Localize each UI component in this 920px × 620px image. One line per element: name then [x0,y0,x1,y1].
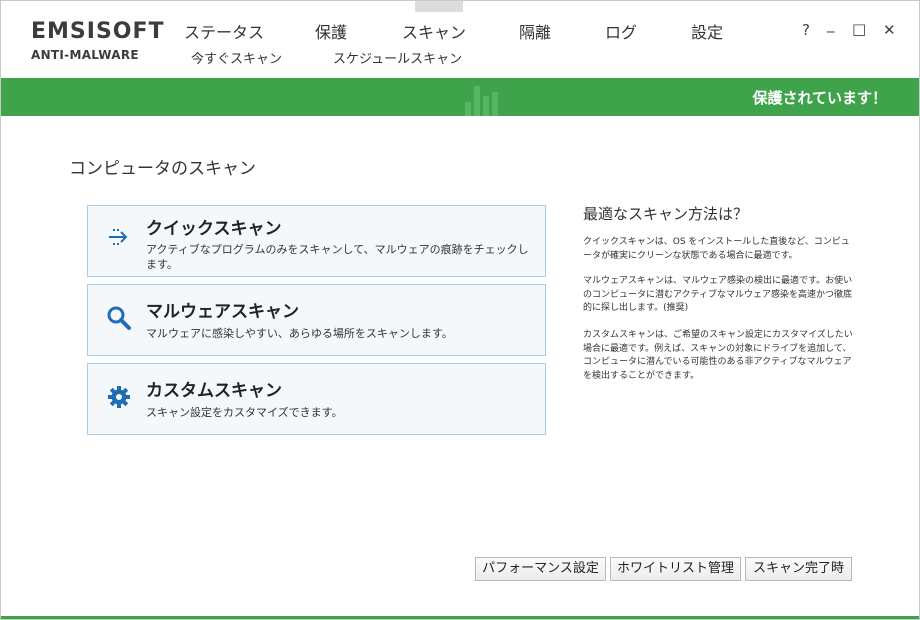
side-paragraph-quick: クイックスキャンは、OS をインストールした直後など、コンピュータが確実にクリー… [583,237,850,261]
custom-scan-card[interactable]: カスタムスキャン スキャン設定をカスタマイズできます。 [87,363,546,435]
whitelist-management-button[interactable]: ホワイトリスト管理 [610,557,741,581]
protection-status-text: 保護されています！ [752,89,887,107]
active-tab-indicator [415,1,463,12]
magnifier-icon [107,306,131,330]
tab-settings[interactable]: 設定 [691,19,723,43]
status-bar: 保護されています！ [1,78,919,116]
help-button[interactable]: ? [802,21,810,39]
side-info-title: 最適なスキャン方法は？ [583,205,749,223]
quick-scan-title: クイックスキャン [146,219,282,239]
tab-quarantine[interactable]: 隔離 [519,19,551,43]
minimize-button[interactable]: _ [827,15,835,33]
malware-scan-description: マルウェアに感染しやすい、あらゆる場所をスキャンします。 [146,327,453,340]
close-button[interactable]: ✕ [883,21,896,39]
malware-scan-card[interactable]: マルウェアスキャン マルウェアに感染しやすい、あらゆる場所をスキャンします。 [87,284,546,356]
custom-scan-description: スキャン設定をカスタマイズできます。 [146,406,343,419]
tab-logs[interactable]: ログ [605,19,637,43]
on-scan-complete-button[interactable]: スキャン完了時 [745,557,852,581]
side-paragraph-custom: カスタムスキャンは、ご希望のスキャン設定にカスタマイズしたい場合に最適です。例え… [583,330,853,381]
custom-scan-title: カスタムスキャン [146,381,282,401]
subtab-scheduled-scan[interactable]: スケジュールスキャン [333,48,462,67]
logo-line2: ANTI-MALWARE [31,48,139,62]
tab-scan[interactable]: スキャン [402,19,466,43]
bottom-accent-bar [1,616,919,619]
page-title: コンピュータのスキャン [69,159,256,179]
quick-scan-arrows-icon [109,229,128,245]
maximize-button[interactable]: □ [852,20,866,38]
performance-settings-button[interactable]: パフォーマンス設定 [475,557,606,581]
subtab-scan-now[interactable]: 今すぐスキャン [191,48,282,67]
activity-bars-icon [465,82,499,116]
logo-line1: EMSISOFT [31,19,165,44]
app-logo: EMSISOFT ANTI-MALWARE [31,19,165,63]
tab-protection[interactable]: 保護 [315,19,347,43]
quick-scan-card[interactable]: クイックスキャン アクティブなプログラムのみをスキャンして、マルウェアの痕跡をチ… [87,205,546,277]
quick-scan-description: アクティブなプログラムのみをスキャンして、マルウェアの痕跡をチェックします。 [146,243,529,271]
side-paragraph-malware: マルウェアスキャンは、マルウェア感染の検出に最適です。お使いのコンピュータに潜む… [583,276,853,313]
app-window: EMSISOFT ANTI-MALWARE ステータス 保護 スキャン 隔離 ロ… [0,0,920,620]
malware-scan-title: マルウェアスキャン [146,302,299,322]
gear-icon [108,386,130,408]
tab-status[interactable]: ステータス [184,19,264,43]
